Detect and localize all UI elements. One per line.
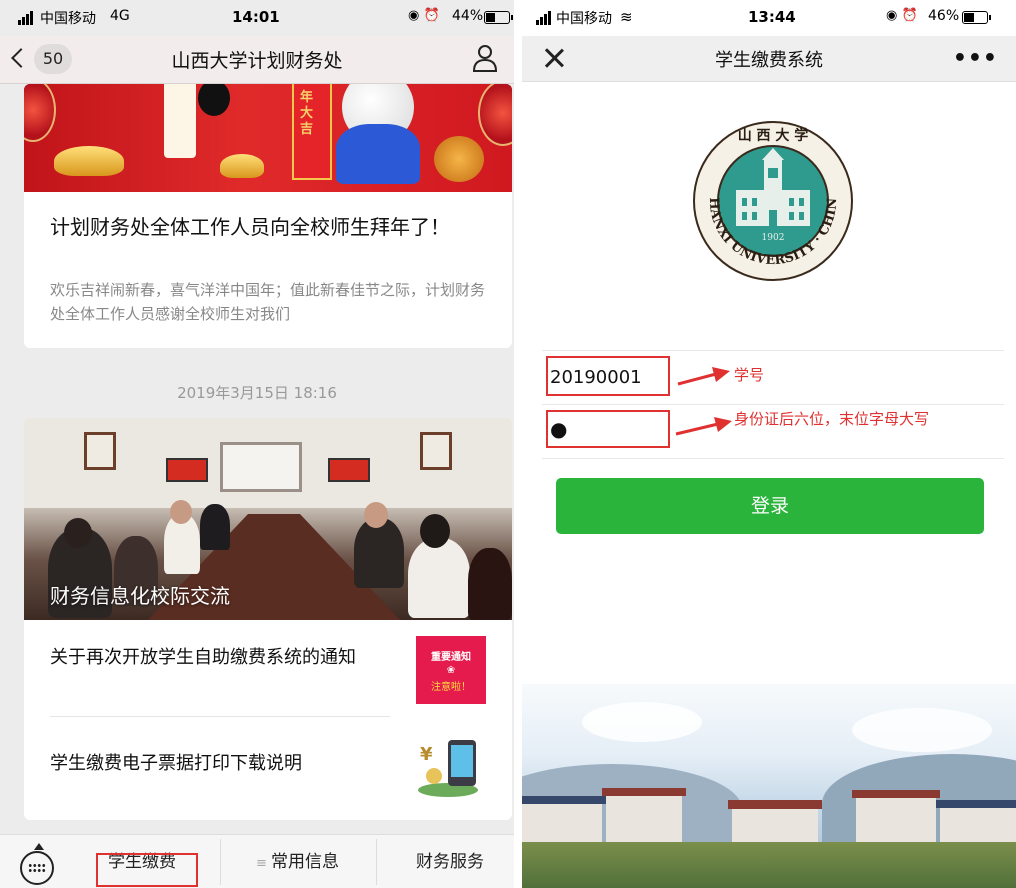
seal-top-text: 山 西 大 学 (738, 127, 809, 144)
battery-icon (962, 11, 991, 24)
divider (50, 716, 390, 717)
university-seal-logo: 1902 SHANXI UNIVERSITY · CHINA 山 西 大 学 (692, 120, 853, 281)
annotation-password-hint: 身份证后六位，末位字母大写 (734, 410, 930, 428)
menu-lines-icon: ≡ (256, 856, 272, 871)
meeting-photo[interactable]: 财务信息化校际交流 (24, 418, 512, 620)
nav-bar: 学生缴费系统 ••• (522, 36, 1016, 82)
page-title: 山西大学计划财务处 (171, 50, 343, 72)
message-timestamp: 2019年3月15日 18:16 (177, 384, 337, 402)
clock-label: 14:01 (232, 8, 280, 26)
divider (542, 350, 1004, 351)
seal-year: 1902 (762, 233, 785, 243)
phone-payment-thumbnail: ¥ (416, 732, 486, 798)
more-options-icon[interactable]: ••• (953, 46, 998, 71)
campus-photo (522, 684, 1016, 888)
notice-thumbnail: 重要通知 ❀ 注意啦！ (416, 636, 486, 704)
svg-text:¥: ¥ (420, 744, 433, 765)
menu-tab-finance-services[interactable]: 财务服务 (416, 847, 484, 872)
highlight-annotation-box (546, 356, 670, 396)
highlight-annotation-box (546, 410, 670, 448)
list-item-title[interactable]: 学生缴费电子票据打印下载说明 (50, 750, 390, 778)
banner-slogan: 年大吉 (300, 90, 314, 137)
nav-bar: 50 山西大学计划财务处 (0, 36, 514, 84)
bottom-menu: 学生缴费 ≡ 常用信息 财务服务 (0, 834, 514, 888)
login-button[interactable]: 登录 (556, 478, 984, 534)
battery-percent: 44% (452, 8, 484, 24)
article-card-group: 财务信息化校际交流 关于再次开放学生自助缴费系统的通知 重要通知 ❀ 注意啦！ … (24, 418, 512, 820)
clock-label: 13:44 (748, 8, 796, 26)
new-year-banner-image: 年大吉 (24, 84, 512, 192)
article-title: 计划财务处全体工作人员向全校师生拜年了！ (50, 215, 450, 239)
page-title: 学生缴费系统 (715, 50, 823, 71)
photo-caption: 财务信息化校际交流 (50, 584, 230, 608)
keyboard-icon[interactable] (20, 843, 54, 885)
divider (220, 839, 221, 885)
right-phone-screen: 中国移动 ≋ 13:44 ◉ ⏰ 46% 学生缴费系统 ••• 1902 SHA… (522, 0, 1016, 888)
arrow-icon (675, 417, 732, 436)
article-excerpt: 欢乐吉祥闹新春，喜气洋洋中国年；值此新春佳节之际，计划财务处全体工作人员感谢全校… (50, 281, 486, 323)
divider (376, 839, 377, 885)
left-phone-screen: 中国移动 4G 14:01 ◉ ⏰ 44% 50 山西大学计划财务处 年大吉 计… (0, 0, 514, 888)
carrier-label: 中国移动 (40, 11, 96, 27)
wifi-icon: ≋ (620, 8, 633, 26)
battery-icon (484, 11, 513, 24)
carrier-label: 中国移动 (556, 11, 612, 27)
list-item-title[interactable]: 关于再次开放学生自助缴费系统的通知 (50, 644, 390, 672)
profile-icon[interactable] (472, 44, 498, 72)
battery-percent: 46% (928, 8, 960, 24)
divider (542, 404, 1004, 405)
article-card-new-year[interactable]: 年大吉 计划财务处全体工作人员向全校师生拜年了！ 欢乐吉祥闹新春，喜气洋洋中国年… (24, 84, 512, 348)
menu-tab-common-info[interactable]: ≡ 常用信息 (256, 847, 339, 872)
arrow-icon (677, 367, 730, 386)
signal-icon (536, 9, 552, 25)
signal-icon (18, 9, 34, 25)
network-label: 4G (110, 8, 130, 24)
status-bar: 中国移动 ≋ 13:44 ◉ ⏰ 46% (522, 0, 1016, 36)
alarm-lock-icons: ◉ ⏰ (408, 8, 440, 23)
status-bar: 中国移动 4G 14:01 ◉ ⏰ 44% (0, 0, 514, 36)
alarm-lock-icons: ◉ ⏰ (886, 8, 918, 23)
highlight-annotation-box (96, 853, 198, 887)
annotation-student-id: 学号 (734, 366, 765, 384)
divider (542, 458, 1004, 459)
